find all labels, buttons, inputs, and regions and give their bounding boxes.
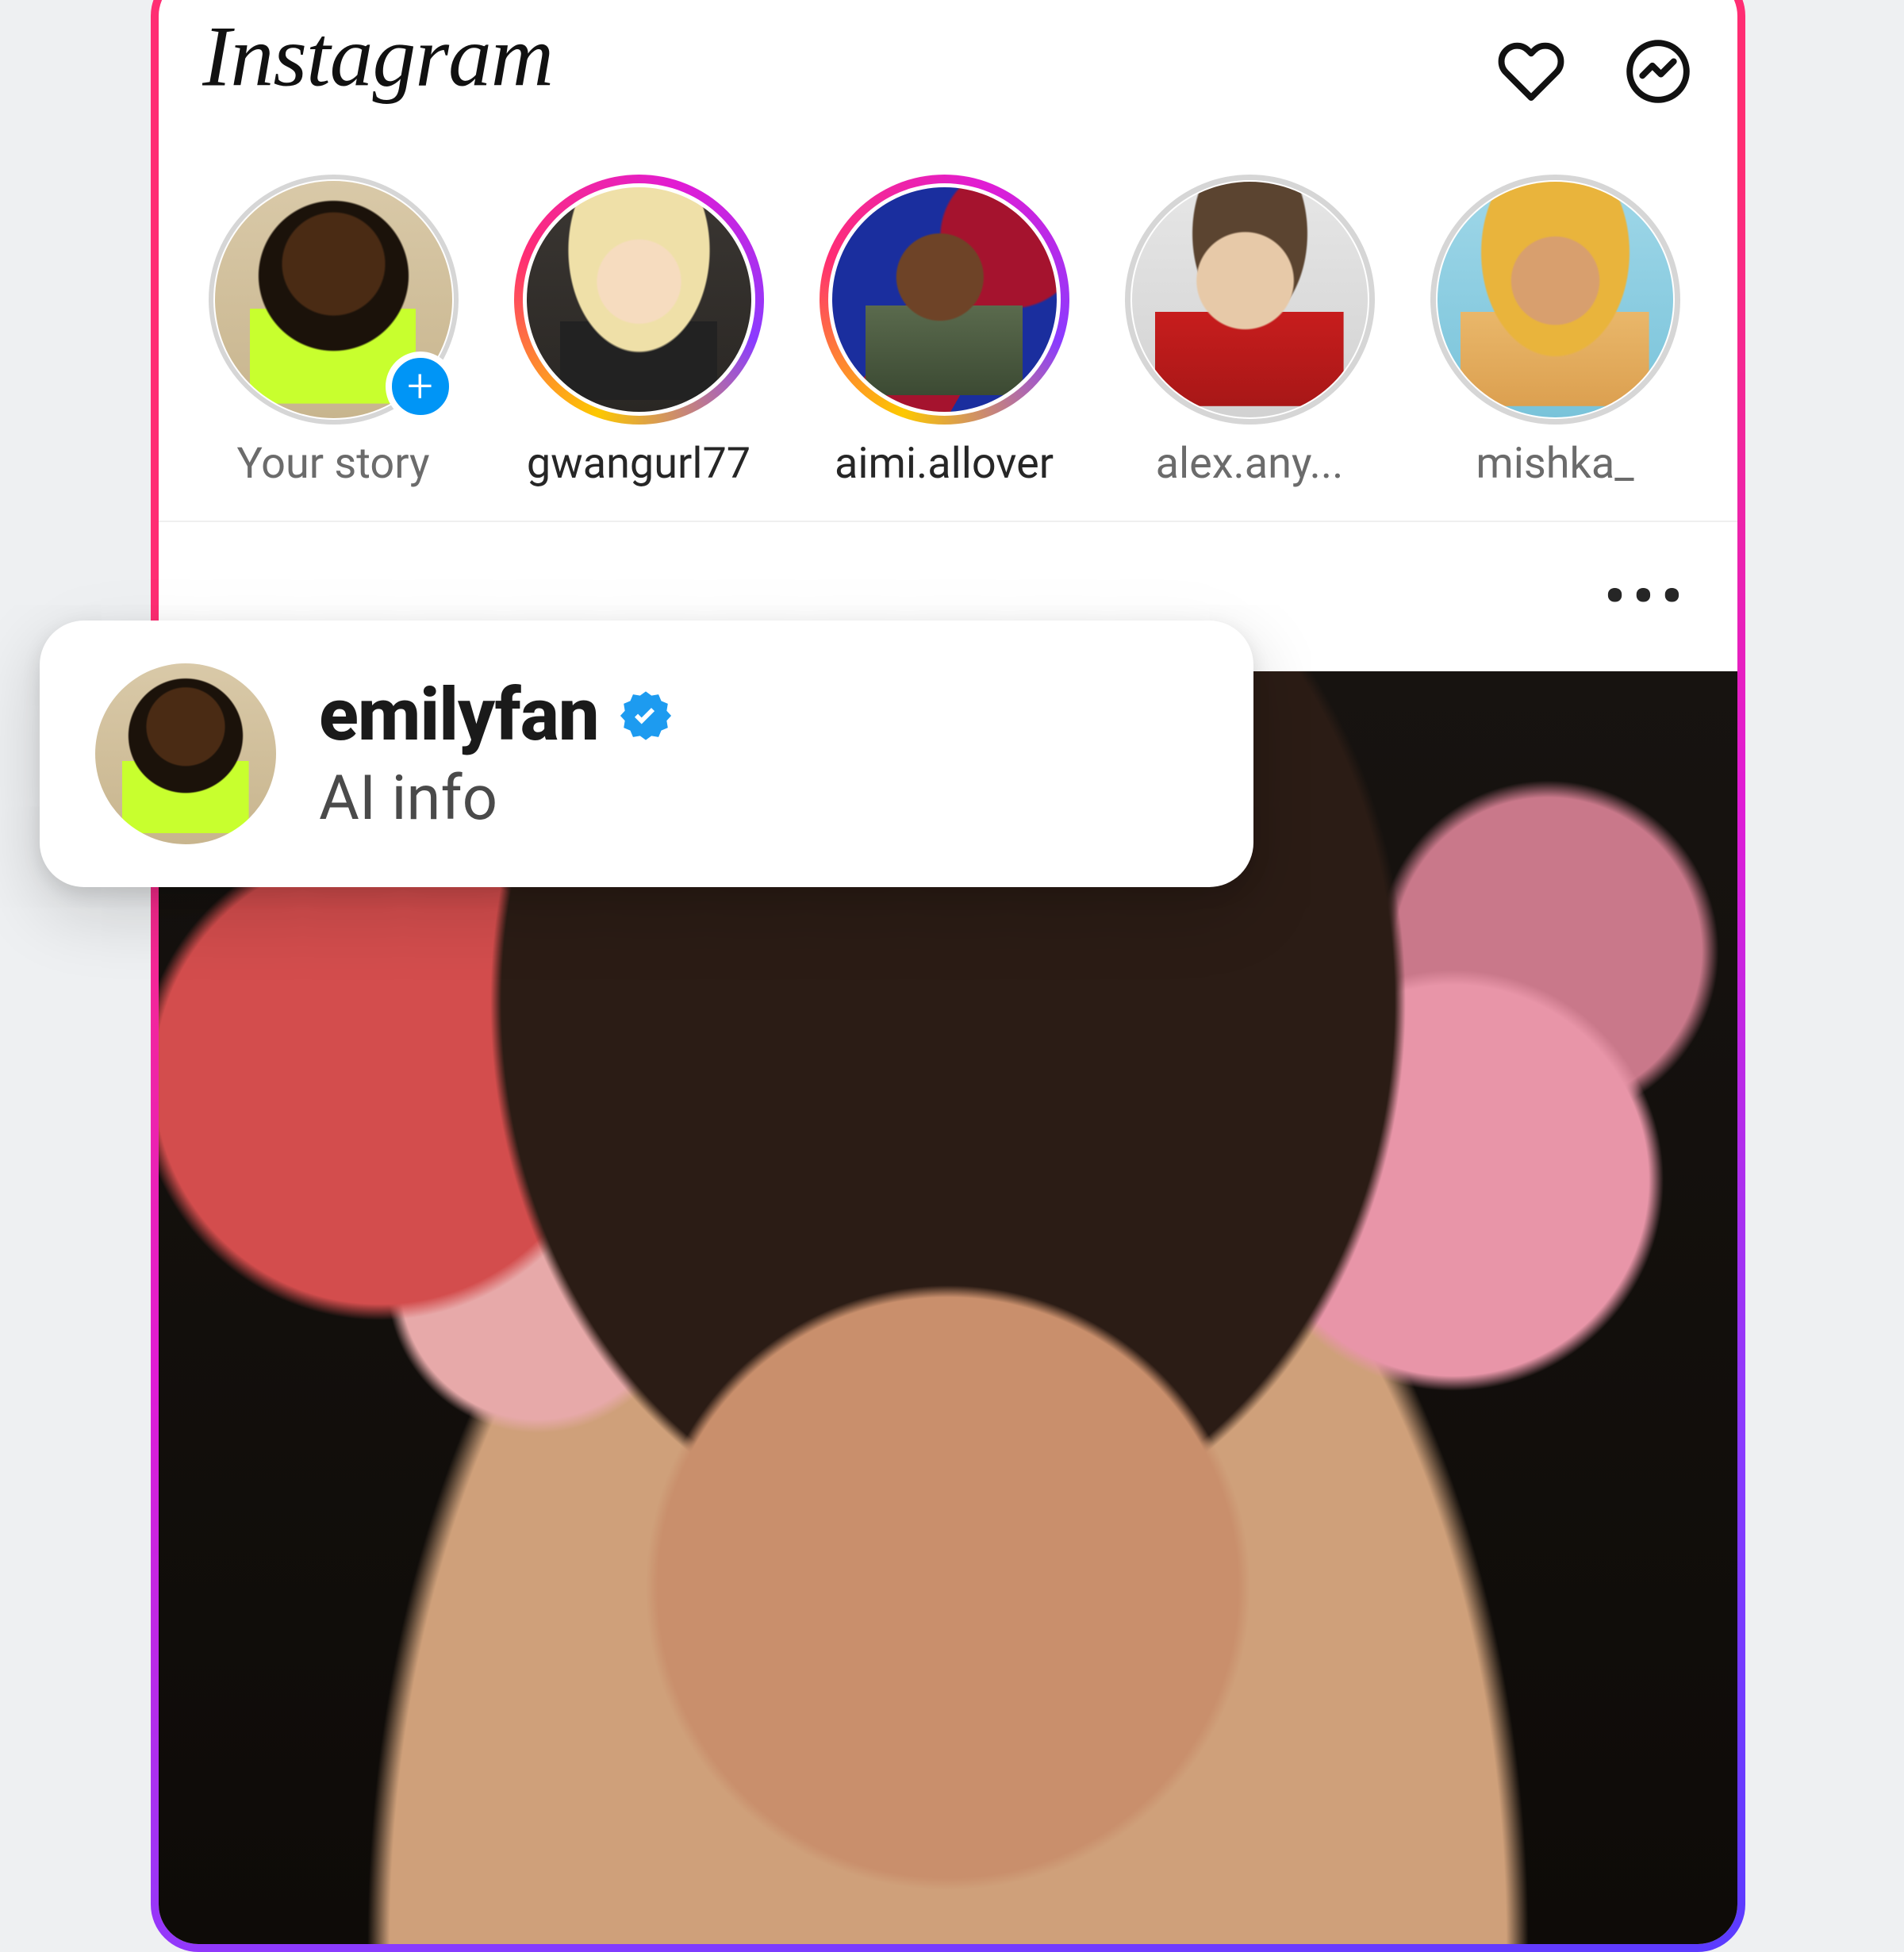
story-mishka[interactable]: mishka_	[1424, 175, 1686, 489]
story-gwangurl77[interactable]: gwangurl77	[508, 175, 770, 489]
story-label: Your story	[236, 439, 429, 489]
story-ring: +	[209, 175, 459, 425]
story-ring	[1430, 175, 1680, 425]
instagram-logo[interactable]: Instagram	[202, 8, 570, 135]
avatar	[832, 187, 1057, 412]
stories-tray[interactable]: + Your story gwangurl77 aimi.allover	[159, 151, 1737, 521]
verified-badge-icon	[618, 688, 674, 744]
avatar	[1438, 182, 1673, 417]
author-popover[interactable]: emilyfan AI info	[40, 621, 1253, 887]
story-aimi-allover[interactable]: aimi.allover	[813, 175, 1075, 489]
header-actions	[1495, 36, 1694, 107]
story-alex-any[interactable]: alex.any...	[1119, 175, 1380, 489]
story-label: gwangurl77	[527, 439, 750, 489]
avatar	[527, 187, 751, 412]
story-ring	[514, 175, 764, 425]
instagram-wordmark: Instagram	[202, 8, 553, 104]
popover-avatar[interactable]	[95, 663, 276, 844]
messenger-icon[interactable]	[1622, 36, 1694, 107]
story-ring	[1125, 175, 1375, 425]
popover-ai-info-label[interactable]: AI info	[319, 763, 674, 835]
story-label: aimi.allover	[835, 439, 1054, 489]
popover-text: emilyfan AI info	[319, 673, 674, 835]
story-label: mishka_	[1476, 439, 1633, 489]
phone-screen: Instagram	[159, 0, 1737, 1944]
post-more-icon[interactable]: •••	[1604, 564, 1690, 629]
story-label: alex.any...	[1156, 439, 1344, 489]
story-your-story[interactable]: + Your story	[202, 175, 464, 489]
phone-gradient-frame: Instagram	[151, 0, 1745, 1952]
activity-heart-icon[interactable]	[1495, 36, 1567, 107]
avatar	[1132, 182, 1368, 417]
popover-username[interactable]: emilyfan	[319, 673, 599, 758]
app-header: Instagram	[159, 0, 1737, 151]
add-story-plus-icon[interactable]: +	[386, 352, 455, 421]
story-ring	[820, 175, 1069, 425]
